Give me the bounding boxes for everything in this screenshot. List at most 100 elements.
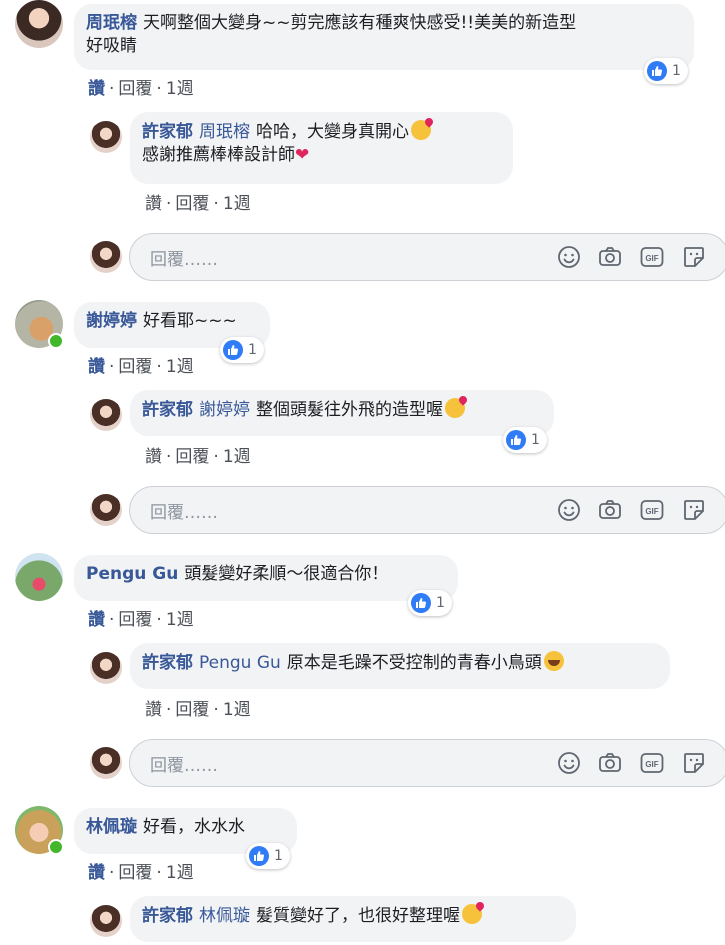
online-status-dot: [48, 839, 64, 855]
like-link[interactable]: 讚: [88, 863, 105, 883]
reply-placeholder: 回覆……: [150, 503, 218, 523]
avatar: [90, 241, 122, 273]
gif-icon[interactable]: GIF: [640, 498, 664, 522]
heart-emoji-icon: ❤: [295, 145, 310, 165]
comment-actions: 讚 · 回覆 · 1週: [88, 357, 194, 377]
mention-link[interactable]: 周珉榕: [199, 122, 250, 142]
gif-icon[interactable]: GIF: [640, 751, 664, 775]
kiss-emoji-icon: [445, 398, 465, 418]
svg-text:GIF: GIF: [645, 760, 658, 769]
reaction-count[interactable]: 1: [644, 58, 688, 84]
avatar[interactable]: [90, 652, 122, 684]
reply-link[interactable]: 回覆: [175, 447, 209, 467]
reply-bubble: 許家郁 謝婷婷 整個頭髮往外飛的造型喔: [130, 390, 554, 436]
like-link[interactable]: 讚: [88, 610, 105, 630]
like-thumb-icon: [223, 340, 243, 360]
sticker-icon[interactable]: [682, 751, 706, 775]
reply-bubble: 許家郁 林佩璇 髮質變好了，也很好整理喔: [130, 896, 576, 942]
reaction-number: 1: [672, 63, 681, 79]
timestamp[interactable]: 1週: [166, 610, 194, 630]
timestamp[interactable]: 1週: [223, 194, 251, 214]
online-status-dot: [48, 333, 64, 349]
sticker-icon[interactable]: [682, 245, 706, 269]
like-thumb-icon: [506, 430, 526, 450]
timestamp[interactable]: 1週: [223, 700, 251, 720]
avatar[interactable]: [90, 905, 122, 937]
smiley-icon[interactable]: [557, 751, 581, 775]
kiss-emoji-icon: [462, 904, 482, 924]
comment-author[interactable]: 謝婷婷: [86, 311, 137, 331]
reply-actions: 讚 · 回覆 · 1週: [145, 700, 251, 720]
comment-text: 好看耶~~~: [143, 311, 237, 331]
reply-link[interactable]: 回覆: [118, 357, 152, 377]
kiss-emoji-icon: [411, 120, 431, 140]
reply-link[interactable]: 回覆: [118, 863, 152, 883]
smiley-icon[interactable]: [557, 498, 581, 522]
laugh-emoji-icon: [543, 651, 564, 671]
reply-link[interactable]: 回覆: [118, 610, 152, 630]
reply-bubble: 許家郁 周珉榕 哈哈，大變身真開心 感謝推薦棒棒設計師❤: [130, 112, 513, 184]
comment-text: 天啊整個大變身~~剪完應該有種爽快感受!!美美的新造型: [143, 13, 577, 33]
reaction-count[interactable]: 1: [220, 337, 264, 363]
comment-actions: 讚 · 回覆 · 1週: [88, 863, 194, 883]
reaction-count[interactable]: 1: [408, 590, 452, 616]
comment-author[interactable]: Pengu Gu: [86, 564, 178, 584]
comment-author[interactable]: 周珉榕: [86, 13, 137, 33]
reply-actions: 讚 · 回覆 · 1週: [145, 447, 251, 467]
reaction-count[interactable]: 1: [246, 843, 290, 869]
reply-text: 哈哈，大變身真開心: [256, 122, 409, 142]
camera-icon[interactable]: [598, 245, 622, 269]
comment-text: 好看，水水水: [143, 817, 245, 837]
reply-placeholder: 回覆……: [150, 756, 218, 776]
reply-placeholder: 回覆……: [150, 250, 218, 270]
reply-input[interactable]: 回覆…… GIF: [129, 486, 725, 534]
avatar[interactable]: [15, 0, 63, 48]
like-thumb-icon: [647, 61, 667, 81]
avatar: [90, 494, 122, 526]
reply-text: 感謝推薦棒棒設計師: [142, 145, 295, 165]
reply-actions: 讚 · 回覆 · 1週: [145, 194, 251, 214]
like-link[interactable]: 讚: [145, 700, 162, 720]
comment-actions: 讚 · 回覆 · 1週: [88, 610, 194, 630]
reaction-number: 1: [531, 432, 540, 448]
timestamp[interactable]: 1週: [166, 863, 194, 883]
reply-input[interactable]: 回覆…… GIF: [129, 233, 725, 281]
reply-author[interactable]: 許家郁: [142, 122, 193, 142]
svg-text:GIF: GIF: [645, 507, 658, 516]
avatar[interactable]: [90, 121, 122, 153]
smiley-icon[interactable]: [557, 245, 581, 269]
camera-icon[interactable]: [598, 751, 622, 775]
reaction-number: 1: [248, 342, 257, 358]
reply-author[interactable]: 許家郁: [142, 906, 193, 926]
timestamp[interactable]: 1週: [166, 357, 194, 377]
reply-link[interactable]: 回覆: [118, 79, 152, 99]
like-thumb-icon: [411, 593, 431, 613]
mention-link[interactable]: 謝婷婷: [199, 400, 250, 420]
reaction-count[interactable]: 1: [503, 427, 547, 453]
timestamp[interactable]: 1週: [223, 447, 251, 467]
like-link[interactable]: 讚: [88, 357, 105, 377]
reply-input[interactable]: 回覆…… GIF: [129, 739, 725, 787]
reply-author[interactable]: 許家郁: [142, 400, 193, 420]
mention-link[interactable]: 林佩璇: [199, 906, 250, 926]
reply-link[interactable]: 回覆: [175, 700, 209, 720]
avatar[interactable]: [15, 553, 63, 601]
reply-text: 原本是毛躁不受控制的青春小鳥頭: [286, 653, 542, 673]
reply-author[interactable]: 許家郁: [142, 653, 193, 673]
reaction-number: 1: [274, 848, 283, 864]
comment-text: 好吸睛: [86, 36, 137, 56]
reply-text: 髮質變好了，也很好整理喔: [256, 906, 460, 926]
sticker-icon[interactable]: [682, 498, 706, 522]
gif-icon[interactable]: GIF: [640, 245, 664, 269]
mention-link[interactable]: Pengu Gu: [199, 653, 281, 673]
like-link[interactable]: 讚: [145, 447, 162, 467]
avatar[interactable]: [90, 399, 122, 431]
reply-link[interactable]: 回覆: [175, 194, 209, 214]
timestamp[interactable]: 1週: [166, 79, 194, 99]
like-link[interactable]: 讚: [88, 79, 105, 99]
comment-author[interactable]: 林佩璇: [86, 817, 137, 837]
reply-text: 整個頭髮往外飛的造型喔: [256, 400, 443, 420]
svg-text:GIF: GIF: [645, 254, 658, 263]
like-link[interactable]: 讚: [145, 194, 162, 214]
camera-icon[interactable]: [598, 498, 622, 522]
